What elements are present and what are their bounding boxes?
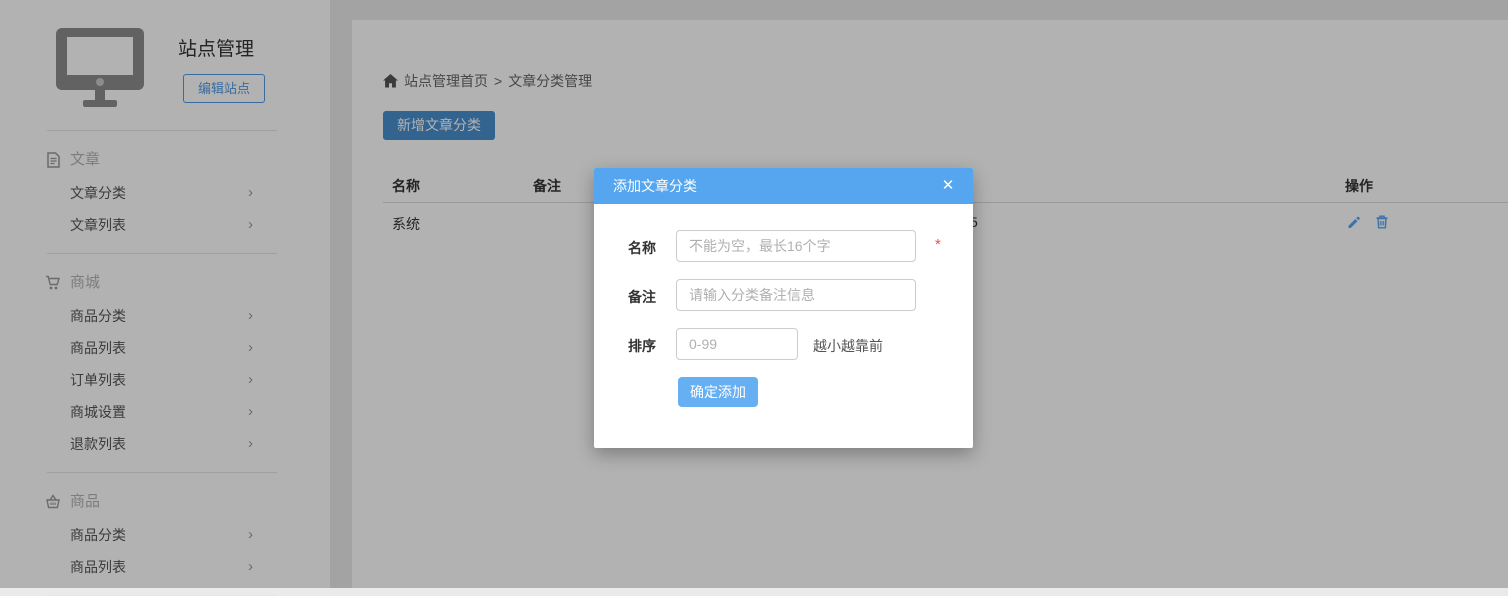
- required-asterisk: *: [935, 236, 941, 253]
- modal-header: 添加文章分类 ✕: [594, 168, 973, 204]
- modal-body: 名称 * 备注 排序 越小越靠前 确定添加: [594, 204, 973, 448]
- page: 站点管理 编辑站点 文章 文章分类 › 文章列表 ›: [0, 0, 1508, 588]
- name-input[interactable]: [676, 230, 916, 262]
- add-category-modal: 添加文章分类 ✕ 名称 * 备注 排序 越小越靠前 确定添加: [594, 168, 973, 448]
- sort-field-label: 排序: [628, 336, 656, 356]
- close-icon[interactable]: ✕: [933, 168, 963, 204]
- remark-field-label: 备注: [628, 287, 656, 307]
- confirm-add-button[interactable]: 确定添加: [678, 377, 758, 407]
- sort-hint: 越小越靠前: [813, 336, 883, 356]
- remark-input[interactable]: [676, 279, 916, 311]
- name-field-label: 名称: [628, 238, 656, 258]
- sort-input[interactable]: [676, 328, 798, 360]
- modal-title: 添加文章分类: [613, 168, 697, 204]
